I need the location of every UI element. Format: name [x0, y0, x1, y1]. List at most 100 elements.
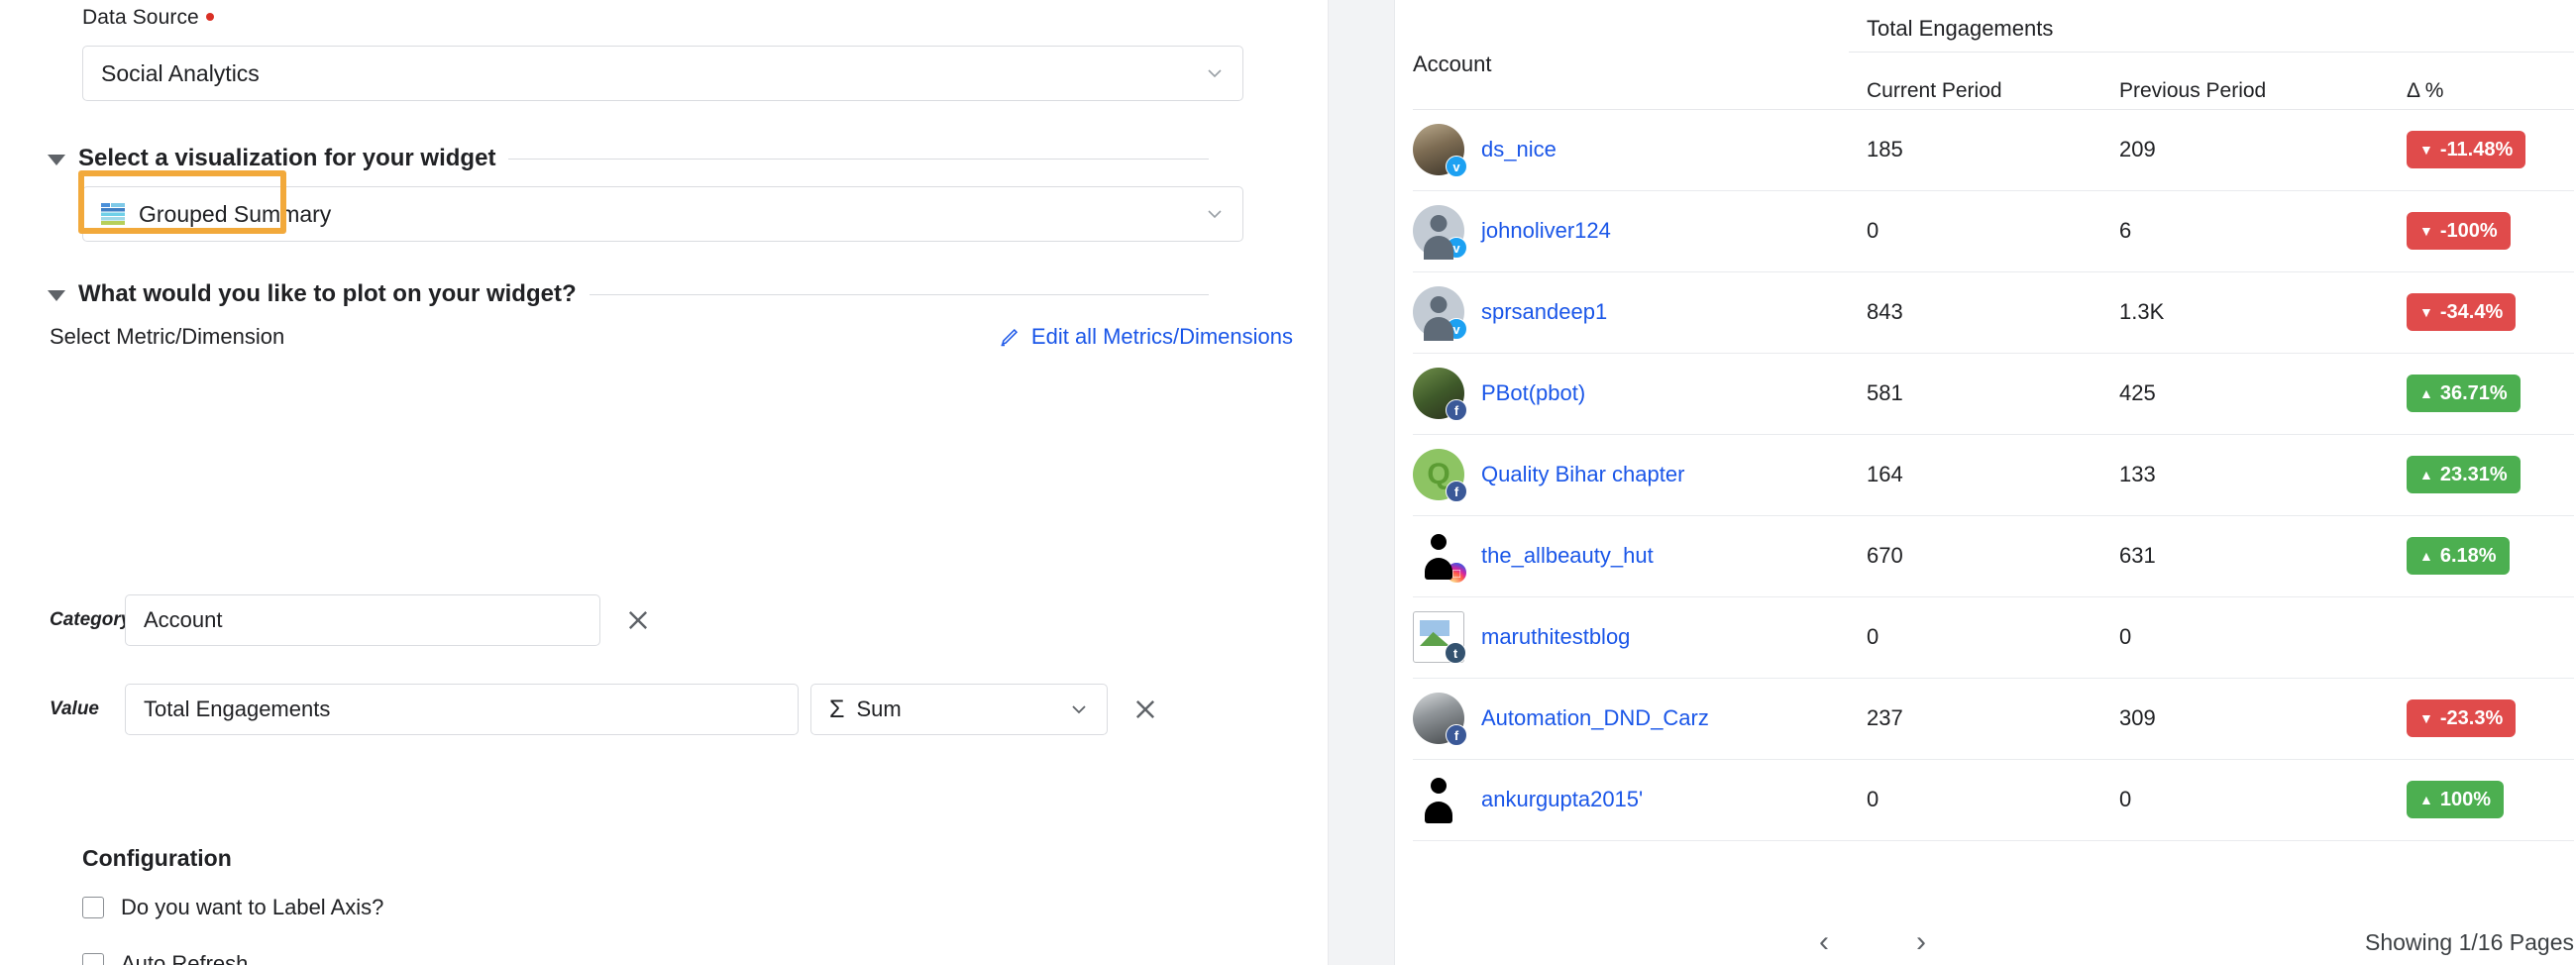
- close-icon: [1135, 699, 1155, 719]
- avatar: [1413, 774, 1464, 825]
- account-link[interactable]: ds_nice: [1481, 137, 1556, 162]
- header-delta-percent[interactable]: Δ %: [2389, 52, 2574, 110]
- delta-value: -100%: [2439, 220, 2498, 242]
- current-period-value: 670: [1849, 515, 2101, 597]
- account-link[interactable]: PBot(pbot): [1481, 380, 1585, 406]
- table-row[interactable]: ᴠ ds_nice 185 209 ▼ -11.48%: [1413, 109, 2574, 191]
- facebook-badge-icon: f: [1446, 724, 1467, 746]
- status-badge: ▲ 6.18%: [2407, 537, 2510, 575]
- category-row-label: Category: [50, 609, 132, 630]
- current-period-value: 0: [1849, 190, 2101, 272]
- data-source-label-text: Data Source: [82, 6, 199, 29]
- table-row[interactable]: ankurgupta2015' 0 0 ▲ 100%: [1413, 759, 2574, 841]
- account-link[interactable]: Quality Bihar chapter: [1481, 462, 1684, 487]
- checkbox-auto-refresh[interactable]: Auto Refresh: [82, 951, 248, 965]
- current-period-value: 185: [1849, 109, 2101, 191]
- status-badge: ▲ 100%: [2407, 781, 2505, 818]
- sigma-icon: Σ: [829, 695, 845, 723]
- data-source-select[interactable]: Social Analytics: [82, 46, 1243, 101]
- delta-cell: ▲ 6.18%: [2389, 515, 2574, 597]
- delta-value: -23.3%: [2439, 707, 2504, 729]
- category-input[interactable]: Account: [125, 594, 600, 646]
- arrow-up-icon: ▲: [2419, 792, 2433, 807]
- table-row[interactable]: f PBot(pbot) 581 425 ▲ 36.71%: [1413, 353, 2574, 435]
- value-input[interactable]: Total Engagements: [125, 684, 799, 735]
- delta-cell: [2389, 596, 2574, 679]
- table-row[interactable]: □ the_allbeauty_hut 670 631 ▲ 6.18%: [1413, 515, 2574, 597]
- accounts-table: Total Engagements Current Period Previou…: [1413, 0, 2574, 841]
- chevron-down-icon: [1071, 701, 1087, 717]
- visualization-section-header[interactable]: Select a visualization for your widget: [48, 145, 1209, 172]
- facebook-badge-icon: f: [1446, 481, 1467, 502]
- edit-all-metrics-link[interactable]: Edit all Metrics/Dimensions: [999, 324, 1293, 350]
- header-current-period[interactable]: Current Period: [1849, 52, 2101, 110]
- preview-table-panel: Account Total Engagements Current Period…: [1395, 0, 2576, 965]
- previous-period-value: 1.3K: [2101, 271, 2389, 354]
- account-link[interactable]: johnoliver124: [1481, 218, 1611, 244]
- visualization-section-title: Select a visualization for your widget: [78, 145, 496, 171]
- avatar: f: [1413, 693, 1467, 746]
- visualization-select-row: Grouped Summary: [48, 170, 1276, 242]
- table-row[interactable]: Qf Quality Bihar chapter 164 133 ▲ 23.31%: [1413, 434, 2574, 516]
- visualization-value: Grouped Summary: [139, 200, 332, 227]
- avatar: ᴠ: [1413, 124, 1467, 177]
- chevron-left-icon[interactable]: ‹: [1819, 927, 1829, 957]
- delta-value: -11.48%: [2439, 139, 2514, 161]
- account-link[interactable]: ankurgupta2015': [1481, 787, 1643, 812]
- delta-value: -34.4%: [2439, 301, 2504, 323]
- table-row[interactable]: f Automation_DND_Carz 237 309 ▼ -23.3%: [1413, 678, 2574, 760]
- pagination-status: Showing 1/16 Pages: [2365, 928, 2574, 955]
- chevron-right-icon[interactable]: ›: [1916, 927, 1926, 957]
- delta-value: 36.71%: [2439, 382, 2508, 404]
- table-row[interactable]: ᴠ johnoliver124 0 6 ▼ -100%: [1413, 190, 2574, 272]
- value-row: Value Total Engagements Σ Sum: [50, 684, 1167, 735]
- plot-section-header[interactable]: What would you like to plot on your widg…: [48, 280, 1209, 308]
- account-link[interactable]: the_allbeauty_hut: [1481, 543, 1654, 569]
- previous-period-value: 0: [2101, 759, 2389, 841]
- header-previous-period[interactable]: Previous Period: [2101, 52, 2389, 110]
- checkbox-input[interactable]: [82, 953, 104, 965]
- delta-value: 23.31%: [2439, 464, 2508, 485]
- checkbox-label-axis[interactable]: Do you want to Label Axis?: [82, 895, 383, 920]
- account-cell: □ the_allbeauty_hut: [1413, 515, 1849, 597]
- facebook-badge-icon: f: [1446, 399, 1467, 421]
- account-column-label: Account: [1413, 52, 1492, 76]
- section-divider: [508, 158, 1209, 160]
- tumblr-badge-icon: t: [1445, 642, 1466, 664]
- close-icon: [628, 610, 648, 630]
- pencil-icon: [1001, 328, 1018, 347]
- accounts-table-body: ᴠ ds_nice 185 209 ▼ -11.48% ᴠ johnoliver124 0 6 ▼ -…: [1413, 109, 2574, 841]
- arrow-up-icon: ▲: [2419, 385, 2433, 401]
- previous-period-value: 133: [2101, 434, 2389, 516]
- table-row[interactable]: t maruthitestblog 0 0: [1413, 596, 2574, 679]
- aggregation-select[interactable]: Σ Sum: [810, 684, 1108, 735]
- account-link[interactable]: Automation_DND_Carz: [1481, 705, 1709, 731]
- checkbox-input[interactable]: [82, 897, 104, 918]
- remove-value-button[interactable]: [1124, 688, 1167, 731]
- avatar: f: [1413, 368, 1467, 421]
- remove-category-button[interactable]: [616, 598, 660, 642]
- account-cell: f PBot(pbot): [1413, 353, 1849, 435]
- twitter-badge-icon: ᴠ: [1446, 318, 1467, 340]
- collapse-triangle-icon[interactable]: [48, 289, 65, 301]
- section-divider: [589, 293, 1209, 295]
- collapse-triangle-icon[interactable]: [48, 154, 65, 165]
- grouped-summary-icon: [101, 203, 125, 225]
- avatar: □: [1413, 530, 1467, 584]
- select-metric-dimension-label: Select Metric/Dimension: [50, 324, 285, 349]
- table-header-row: Current Period Previous Period Δ %: [1413, 52, 2574, 110]
- metric-dimension-header: Select Metric/Dimension Edit all Metrics…: [50, 324, 1293, 350]
- current-period-value: 581: [1849, 353, 2101, 435]
- avatar: Qf: [1413, 449, 1467, 502]
- visualization-select[interactable]: Grouped Summary: [82, 186, 1243, 242]
- plot-section-title: What would you like to plot on your widg…: [78, 280, 577, 307]
- twitter-badge-icon: ᴠ: [1446, 237, 1467, 259]
- account-link[interactable]: maruthitestblog: [1481, 624, 1630, 650]
- delta-value: 100%: [2439, 789, 2492, 810]
- status-badge: ▼ -11.48%: [2407, 131, 2526, 168]
- delta-value: 6.18%: [2439, 545, 2497, 567]
- delta-cell: ▲ 36.71%: [2389, 353, 2574, 435]
- account-link[interactable]: sprsandeep1: [1481, 299, 1607, 325]
- status-badge: ▼ -100%: [2407, 212, 2511, 250]
- table-row[interactable]: ᴠ sprsandeep1 843 1.3K ▼ -34.4%: [1413, 271, 2574, 354]
